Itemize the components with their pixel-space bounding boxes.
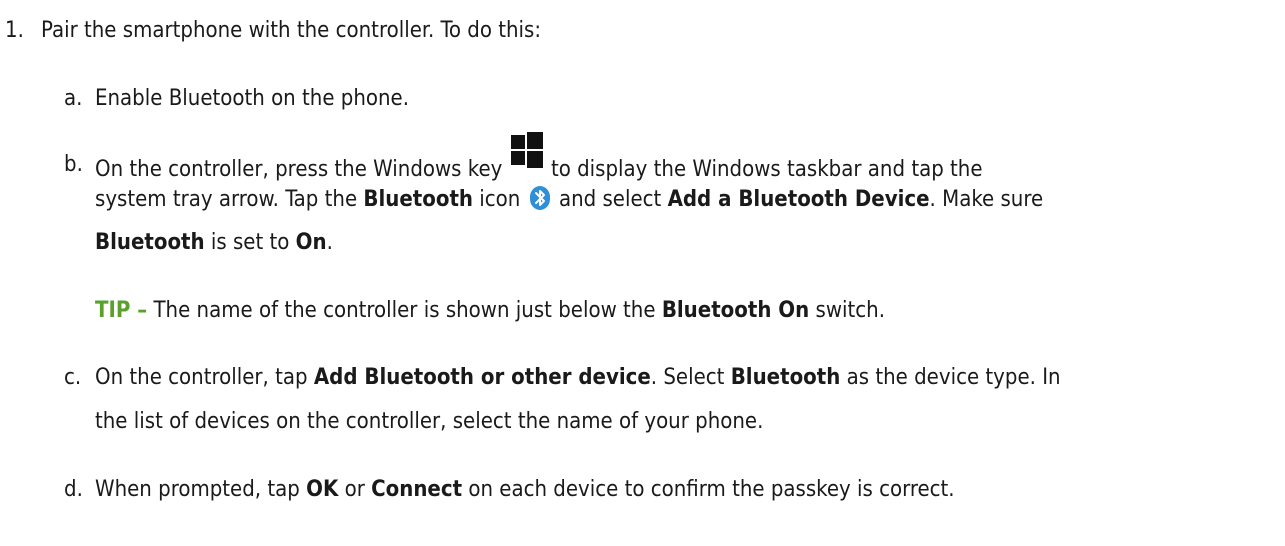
bluetooth-bold-2: Bluetooth bbox=[95, 230, 205, 255]
bluetooth-icon bbox=[529, 186, 551, 210]
tip-label: TIP – bbox=[95, 298, 148, 323]
step-d-line: When prompted, tap OK or Connect on each… bbox=[95, 477, 955, 503]
add-bluetooth-device-bold: Add a Bluetooth Device bbox=[667, 187, 930, 212]
step-b-line-2-end: . Make sure bbox=[929, 187, 1044, 212]
step-1-text: Pair the smartphone with the controller.… bbox=[41, 18, 542, 43]
tip-line: TIP – The name of the controller is show… bbox=[95, 298, 885, 324]
step-d-mid: or bbox=[338, 477, 372, 502]
ok-bold: OK bbox=[306, 477, 339, 502]
step-1-number: 1. bbox=[5, 18, 24, 43]
step-c-line-1: On the controller, tap Add Bluetooth or … bbox=[95, 365, 1061, 391]
step-c-line-1-pre: On the controller, tap bbox=[95, 365, 314, 390]
step-c-letter: c. bbox=[64, 365, 82, 390]
step-b-line-2-mid: icon bbox=[473, 187, 521, 212]
tip-post: switch. bbox=[809, 298, 885, 323]
on-bold: On bbox=[295, 230, 327, 255]
tip-pre: The name of the controller is shown just… bbox=[147, 298, 662, 323]
connect-bold: Connect bbox=[371, 477, 463, 502]
step-b-line-2-pre: system tray arrow. Tap the bbox=[95, 187, 364, 212]
step-b-line-2-post: and select bbox=[558, 187, 668, 212]
bluetooth-bold-1: Bluetooth bbox=[363, 187, 474, 212]
step-d-post: on each device to confirm the passkey is… bbox=[462, 477, 955, 502]
instruction-document: 1. Pair the smartphone with the controll… bbox=[0, 0, 1285, 546]
step-b-line-1: On the controller, press the Windows key… bbox=[95, 132, 983, 183]
step-a-text: Enable Bluetooth on the phone. bbox=[95, 86, 410, 111]
step-b-line-3: Bluetooth is set to On. bbox=[95, 230, 333, 256]
step-d-letter: d. bbox=[64, 477, 83, 502]
step-b-line-2: system tray arrow. Tap the Bluetooth ico… bbox=[95, 186, 1043, 213]
add-bluetooth-or-other-device-bold: Add Bluetooth or other device bbox=[313, 365, 651, 390]
windows-key-icon bbox=[510, 132, 543, 180]
step-c-line-1-mid: . Select bbox=[650, 365, 731, 390]
step-c-line-2: the list of devices on the controller, s… bbox=[95, 409, 764, 434]
step-a-letter: a. bbox=[64, 86, 83, 111]
step-c-line-1-post: as the device type. In bbox=[840, 365, 1061, 390]
bluetooth-bold-3: Bluetooth bbox=[730, 365, 841, 390]
step-b-line-3-mid: is set to bbox=[204, 230, 296, 255]
step-b-line-1-pre: On the controller, press the Windows key bbox=[95, 157, 503, 182]
tip-bold: Bluetooth On bbox=[661, 298, 810, 323]
step-d-pre: When prompted, tap bbox=[95, 477, 307, 502]
step-b-line-3-end: . bbox=[326, 230, 333, 255]
step-b-line-1-post: to display the Windows taskbar and tap t… bbox=[550, 157, 983, 182]
step-b-letter: b. bbox=[64, 152, 83, 177]
